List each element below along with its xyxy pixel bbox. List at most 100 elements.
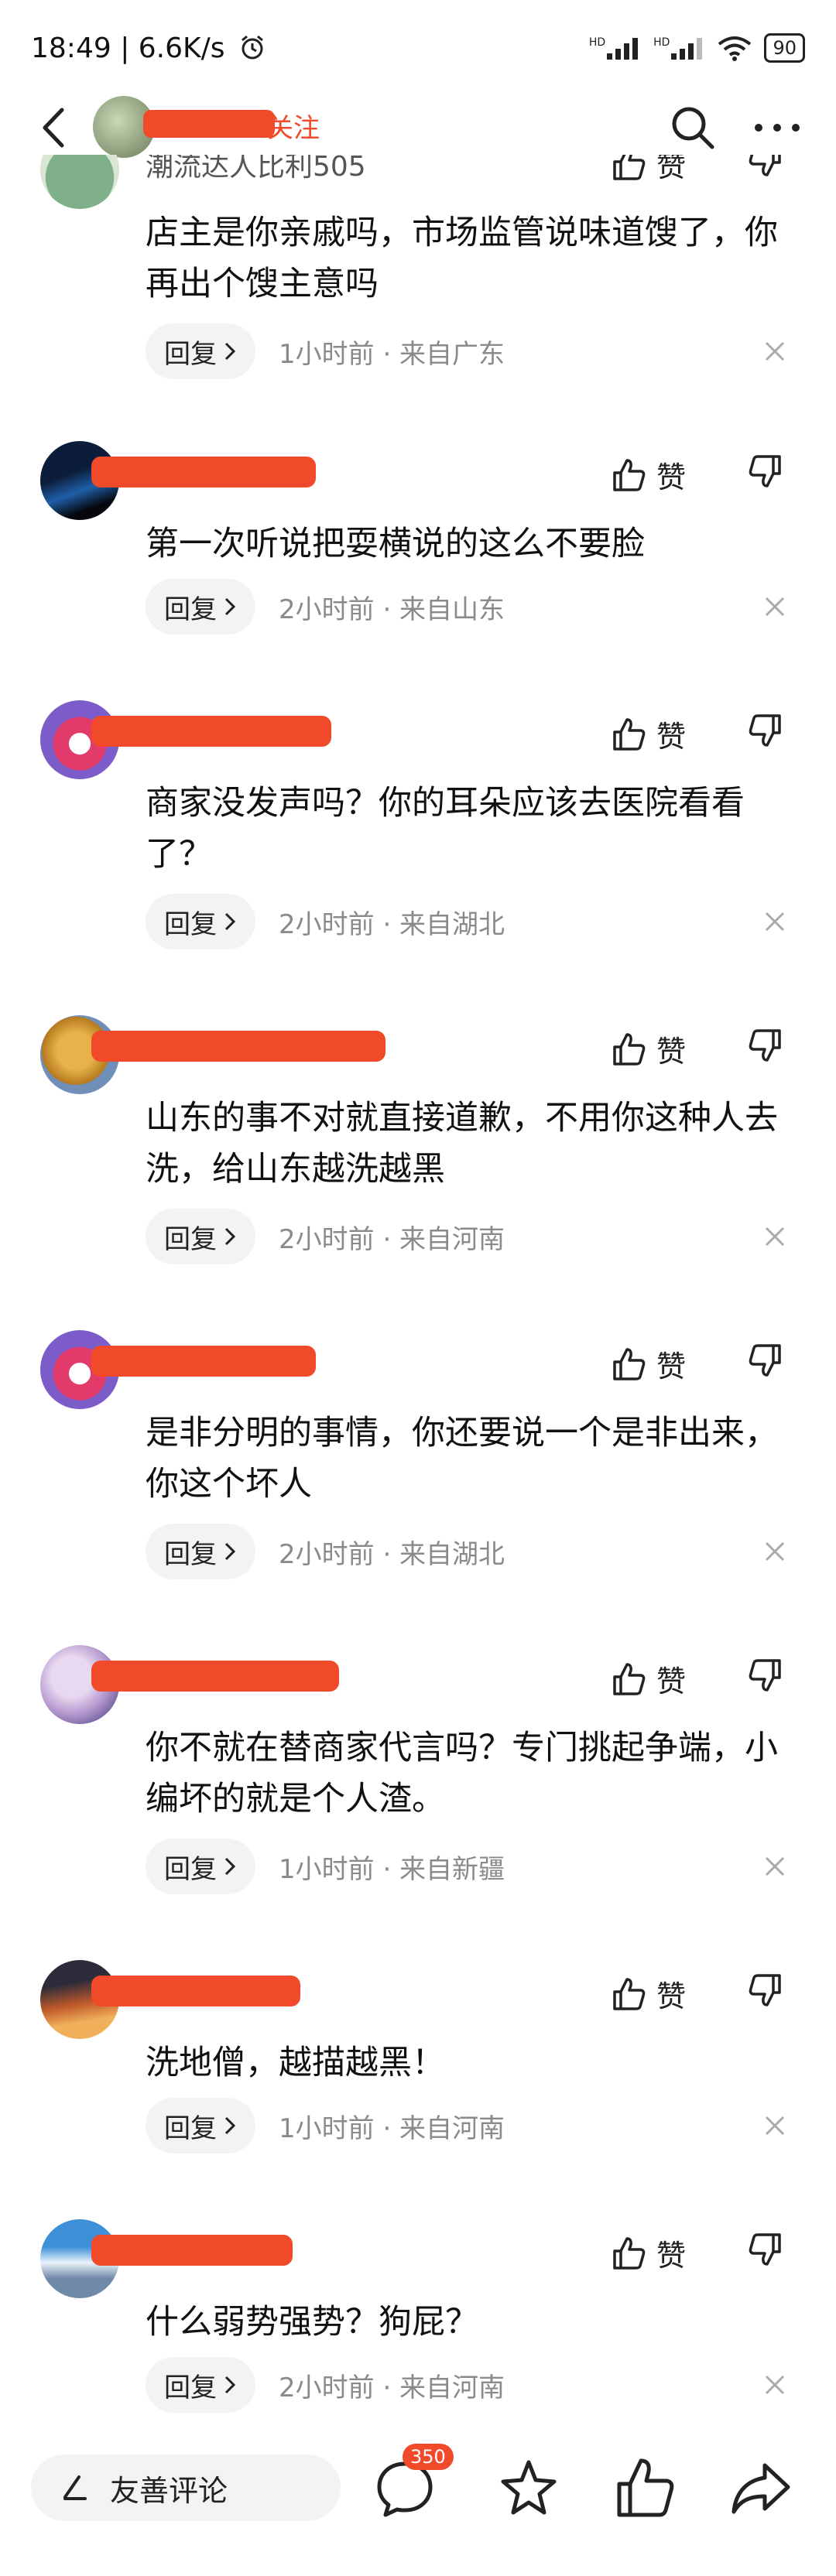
- chevron-right-icon: [224, 1227, 236, 1246]
- thumbs-down-icon[interactable]: [747, 713, 783, 748]
- comment-text: 你不就在替商家代言吗？专门挑起争端，小编坏的就是个人渣。: [146, 1729, 778, 1818]
- thumbs-up-icon: [613, 1977, 646, 2010]
- close-icon[interactable]: [763, 595, 786, 618]
- reply-button[interactable]: 回复: [146, 323, 255, 379]
- thumbs-up-icon: [613, 458, 646, 491]
- redacted-username: [91, 1346, 316, 1377]
- close-icon[interactable]: [763, 1225, 786, 1248]
- reply-button[interactable]: 回复: [146, 894, 255, 949]
- like-button[interactable]: 赞: [612, 1972, 686, 2015]
- comment-time-location: 2小时前 · 来自湖北: [279, 1538, 505, 1570]
- thumbs-up-icon: [613, 155, 646, 180]
- close-icon[interactable]: [763, 1540, 786, 1563]
- thumbs-up-icon: [613, 1347, 646, 1380]
- like-button[interactable]: 赞: [612, 1028, 686, 1070]
- comment-text: 洗地僧，越描越黑！: [146, 2044, 445, 2082]
- reply-button[interactable]: 回复: [146, 579, 255, 635]
- thumbs-down-icon[interactable]: [747, 2232, 783, 2267]
- thumbs-down-icon[interactable]: [747, 453, 783, 489]
- comment-meta: 回复 1小时前 · 来自河南: [146, 2098, 505, 2154]
- status-indicators: HD HD 90: [589, 32, 805, 63]
- comment-meta: 回复 2小时前 · 来自河南: [146, 1209, 505, 1264]
- wifi-icon: [718, 36, 752, 61]
- status-time-speed: 18:49 | 6.6K/s: [31, 32, 266, 64]
- star-icon[interactable]: [495, 2455, 562, 2521]
- username[interactable]: 潮流达人比利505: [146, 155, 424, 183]
- comment-input[interactable]: 友善评论: [31, 2455, 341, 2521]
- like-button[interactable]: 赞: [612, 713, 686, 755]
- chevron-right-icon: [224, 597, 236, 616]
- signal-icon: [607, 38, 639, 60]
- chevron-right-icon: [224, 2116, 236, 2135]
- status-time: 18:49: [31, 32, 111, 64]
- alarm-icon: [242, 35, 263, 60]
- chevron-right-icon: [224, 1857, 236, 1876]
- thumbs-down-icon[interactable]: [747, 1343, 783, 1378]
- like-label: 赞: [656, 1035, 687, 1069]
- bottom-action-bar: 友善评论 350: [0, 2437, 836, 2576]
- like-label: 赞: [656, 1350, 687, 1384]
- comment-meta: 回复 1小时前 · 来自新疆: [146, 1839, 505, 1894]
- reply-button[interactable]: 回复: [146, 1839, 255, 1894]
- thumbs-up-icon: [613, 1032, 646, 1066]
- thumbs-up-icon[interactable]: [612, 2455, 678, 2521]
- like-label: 赞: [656, 1979, 687, 2013]
- chevron-right-icon: [224, 2376, 236, 2394]
- comment-time-location: 2小时前 · 来自山东: [279, 594, 505, 625]
- comment-time-location: 2小时前 · 来自河南: [279, 2372, 505, 2403]
- like-button[interactable]: 赞: [612, 155, 686, 185]
- like-label: 赞: [656, 155, 687, 183]
- like-button[interactable]: 赞: [612, 1343, 686, 1385]
- search-icon[interactable]: [666, 101, 720, 155]
- battery-indicator: 90: [764, 33, 805, 63]
- user-avatar[interactable]: [40, 155, 119, 209]
- thumbs-down-icon[interactable]: [747, 155, 783, 178]
- reply-button[interactable]: 回复: [146, 2098, 255, 2154]
- hd-signal-2: HD: [653, 36, 705, 60]
- close-icon[interactable]: [763, 2114, 786, 2137]
- reply-button[interactable]: 回复: [146, 1524, 255, 1579]
- comment-time-location: 2小时前 · 来自河南: [279, 1223, 505, 1255]
- chevron-right-icon: [224, 342, 236, 361]
- comment-text: 第一次听说把耍横说的这么不要脸: [146, 525, 645, 563]
- thumbs-up-icon: [613, 1662, 646, 1695]
- like-button[interactable]: 赞: [612, 2232, 686, 2274]
- close-icon[interactable]: [763, 1855, 786, 1878]
- like-button[interactable]: 赞: [612, 1657, 686, 1700]
- like-label: 赞: [656, 1664, 687, 1699]
- follow-button[interactable]: 关注: [267, 107, 320, 145]
- redacted-username: [91, 457, 316, 487]
- comment-time-location: 1小时前 · 来自河南: [279, 2112, 505, 2144]
- reply-button[interactable]: 回复: [146, 2357, 255, 2413]
- redacted-username: [91, 1031, 385, 1062]
- share-arrow-icon[interactable]: [728, 2455, 794, 2521]
- thumbs-down-icon[interactable]: [747, 1972, 783, 2008]
- thumbs-down-icon[interactable]: [747, 1657, 783, 1693]
- more-options-icon[interactable]: [746, 101, 808, 155]
- redacted-username: [91, 1976, 300, 2006]
- signal-icon: [671, 38, 703, 60]
- close-icon[interactable]: [763, 340, 786, 363]
- chevron-right-icon: [224, 1542, 236, 1561]
- comment-count-badge: 350: [403, 2444, 454, 2470]
- thumbs-up-icon: [613, 2236, 646, 2270]
- redacted-username: [91, 2235, 293, 2266]
- like-label: 赞: [656, 720, 687, 754]
- comment-text: 商家没发声吗？你的耳朵应该去医院看看了？: [146, 784, 745, 874]
- pen-icon: [63, 2475, 87, 2500]
- redacted-username: [91, 716, 331, 747]
- comment-list[interactable]: 潮流达人比利505 赞 店主是你亲戚吗，市场监管说味道馊了，你再出个馊主意吗 回…: [0, 155, 836, 2430]
- close-icon[interactable]: [763, 2373, 786, 2396]
- like-label: 赞: [656, 2239, 687, 2273]
- comment-placeholder: 友善评论: [110, 2473, 228, 2508]
- thumbs-down-icon[interactable]: [747, 1028, 783, 1063]
- reply-button[interactable]: 回复: [146, 1209, 255, 1264]
- redacted-author-name: [143, 110, 275, 138]
- comment-meta: 回复 2小时前 · 来自湖北: [146, 894, 505, 949]
- like-button[interactable]: 赞: [612, 453, 686, 496]
- chevron-right-icon: [224, 912, 236, 931]
- close-icon[interactable]: [763, 910, 786, 933]
- back-arrow-icon[interactable]: [31, 101, 77, 155]
- redacted-username: [91, 1661, 339, 1692]
- network-speed: 6.6K/s: [138, 32, 225, 64]
